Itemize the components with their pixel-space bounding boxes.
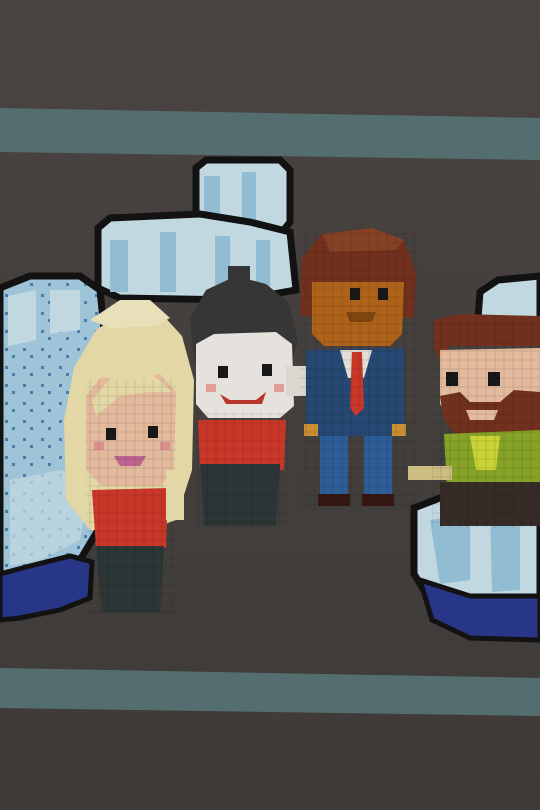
- scene-canvas: [0, 0, 540, 810]
- vignette: [0, 0, 540, 810]
- game-scene: [0, 0, 540, 810]
